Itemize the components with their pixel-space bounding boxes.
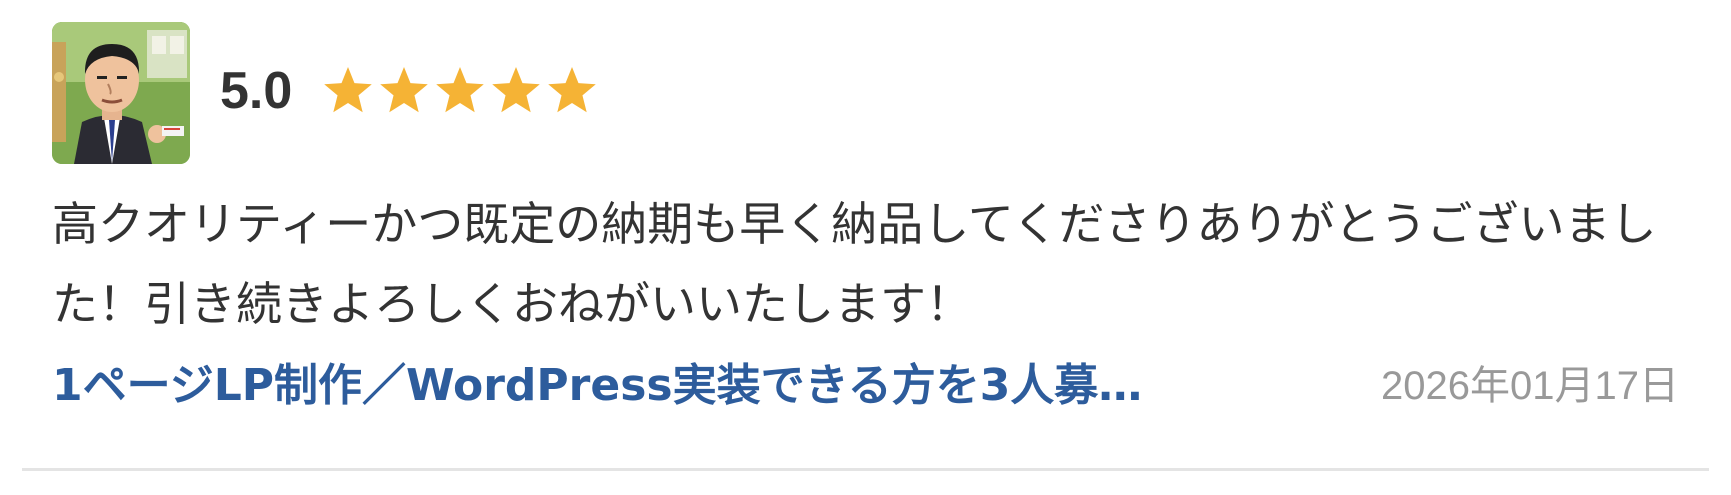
star-icon: [436, 67, 485, 113]
job-title-link[interactable]: 1ページLP制作／WordPress実装できる方を3人募…: [52, 356, 1272, 416]
review-card: 5.0 高クオリティーかつ既定の納期も早く納品してくださりありがとうございました…: [0, 0, 1731, 495]
review-comment: 高クオリティーかつ既定の納期も早く納品してくださりありがとうございました！引き続…: [52, 197, 1657, 331]
rating-score: 5.0: [220, 62, 293, 120]
star-icon: [324, 67, 373, 113]
rating-row: 5.0: [220, 58, 598, 124]
review-date: 2026年01月17日: [1381, 364, 1679, 408]
star-icon: [492, 67, 541, 113]
avatar-illustration-icon: [52, 22, 190, 164]
star-icon: [380, 67, 429, 113]
reviewer-avatar[interactable]: [52, 22, 190, 164]
star-rating: [322, 65, 598, 117]
star-icon: [548, 67, 597, 113]
divider: [22, 468, 1709, 471]
